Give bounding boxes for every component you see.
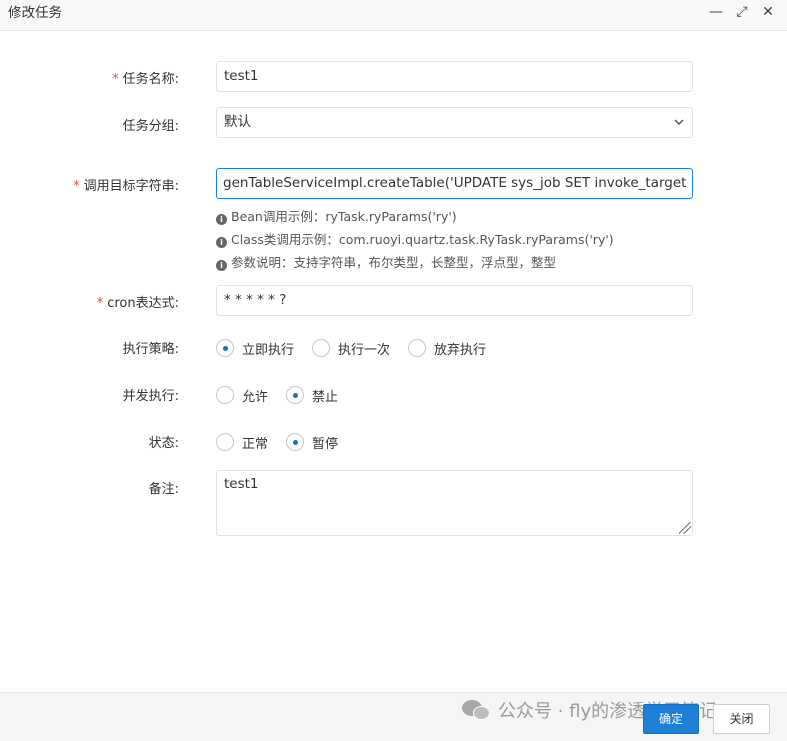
required-mark: *	[112, 72, 119, 87]
remark-value: test1	[224, 476, 259, 492]
task-name-label: * 任务名称:	[112, 72, 179, 87]
close-button[interactable]: 关闭	[713, 704, 770, 734]
invoke-hint-class: i Class类调用示例：com.ruoyi.quartz.task.RyTask…	[216, 229, 614, 248]
concurrent-label: 并发执行:	[122, 389, 179, 404]
radio-circle[interactable]	[216, 339, 234, 357]
radio-circle[interactable]	[216, 386, 234, 404]
radio-circle[interactable]	[286, 386, 304, 404]
status-label: 状态:	[148, 436, 179, 451]
remark-textarea[interactable]: test1	[216, 470, 693, 536]
misfire-label: 执行策略:	[122, 342, 179, 357]
confirm-button[interactable]: 确定	[643, 704, 699, 734]
task-group-label: 任务分组:	[122, 119, 179, 134]
status-radio-paused[interactable]: 暂停	[286, 432, 338, 452]
concurrent-radio-allow[interactable]: 允许	[216, 385, 268, 405]
cron-input[interactable]: * * * * * ?	[216, 285, 693, 316]
radio-circle[interactable]	[408, 339, 426, 357]
info-circle-icon: i	[216, 214, 227, 225]
close-icon[interactable]: ✕	[759, 3, 777, 21]
minimize-icon[interactable]: —	[707, 3, 725, 21]
invoke-target-input[interactable]: genTableServiceImpl.createTable('UPDATE …	[216, 168, 693, 199]
required-mark: *	[96, 296, 104, 311]
task-group-select[interactable]: 默认	[216, 107, 693, 138]
cron-label: * cron表达式:	[96, 296, 179, 311]
dialog-titlebar: 修改任务 — ⤢ ✕	[0, 0, 787, 31]
radio-circle[interactable]	[286, 433, 304, 451]
radio-circle[interactable]	[312, 339, 330, 357]
task-group-value: 默认	[224, 114, 251, 130]
concurrent-radio-forbid[interactable]: 禁止	[286, 385, 338, 405]
chevron-down-icon	[674, 108, 684, 137]
invoke-hint-params: i 参数说明：支持字符串，布尔类型，长整型，浮点型，整型	[216, 252, 556, 271]
wechat-logo-icon	[462, 699, 492, 721]
info-circle-icon: i	[216, 237, 227, 248]
misfire-radio-once[interactable]: 执行一次	[312, 338, 390, 358]
resize-handle-icon[interactable]	[679, 522, 691, 534]
misfire-radio-abandon[interactable]: 放弃执行	[408, 338, 486, 358]
status-radio-normal[interactable]: 正常	[216, 432, 268, 452]
info-circle-icon: i	[216, 260, 227, 271]
invoke-hint-bean: i Bean调用示例：ryTask.ryParams('ry')	[216, 206, 457, 225]
misfire-radio-immediate[interactable]: 立即执行	[216, 338, 294, 358]
invoke-target-label: * 调用目标字符串:	[73, 179, 179, 194]
radio-circle[interactable]	[216, 433, 234, 451]
required-mark: *	[73, 179, 80, 194]
dialog-title: 修改任务	[8, 5, 62, 21]
maximize-icon[interactable]: ⤢	[733, 3, 751, 21]
task-name-input[interactable]: test1	[216, 61, 693, 92]
remark-label: 备注:	[148, 482, 179, 497]
